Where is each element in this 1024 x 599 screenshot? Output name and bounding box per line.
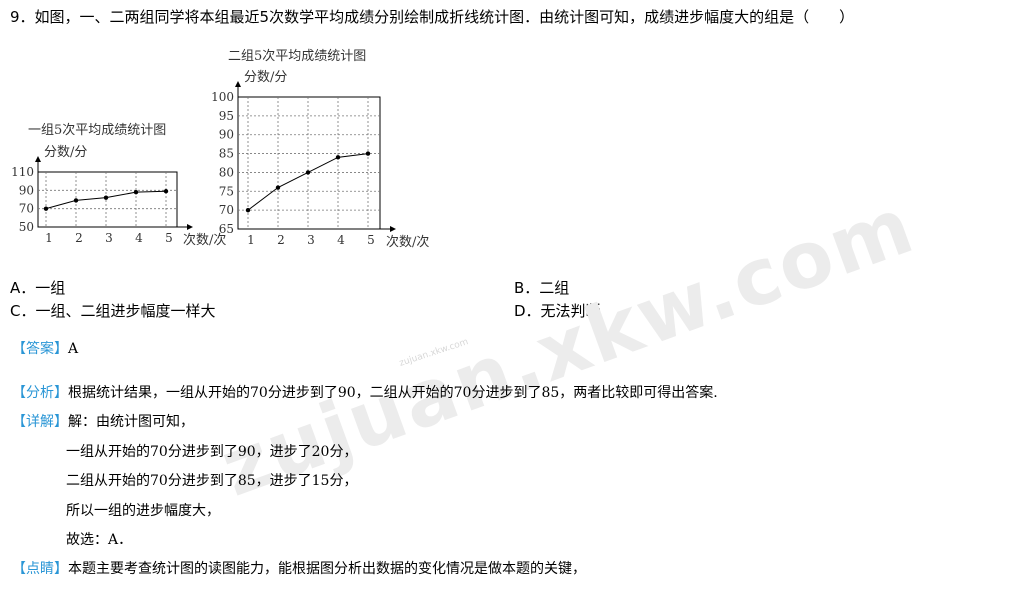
chart2-point-4 <box>365 151 371 156</box>
chart2-xtick-1: 2 <box>277 233 285 247</box>
analysis-line: 【分析】根据统计结果，一组从开始的70分进步到了90，二组从开始的70分进步到了… <box>12 382 718 402</box>
chart2-xtick-2: 3 <box>307 233 315 247</box>
chart1-ytick-1: 90 <box>19 183 34 197</box>
chart2-frame <box>237 96 381 230</box>
chart1-y-arrow <box>35 156 41 162</box>
chart1-point-3 <box>133 189 139 195</box>
detail-text-2: 二组从开始的70分进步到了85，进步了15分， <box>66 473 358 489</box>
chart1-xtick-2: 3 <box>105 231 113 245</box>
chart1-point-2 <box>103 195 109 200</box>
chart1-x-arrow <box>187 224 193 230</box>
analysis-tag: 【分析】 <box>12 385 68 401</box>
chart2-y-arrow <box>235 81 241 87</box>
detail-text-4: 故选：A． <box>66 532 133 548</box>
chart1-ytick-3: 50 <box>19 220 34 234</box>
chart2-xtick-4: 5 <box>367 233 375 247</box>
comment-tag: 【点睛】 <box>12 561 68 577</box>
option-b[interactable]: B．二组 <box>514 277 569 298</box>
chart1-point-1 <box>73 198 79 203</box>
chart-group-2: 二组5次平均成绩统计图分数/分 100 95 90 85 80 75 70 65 1 2 3 4 5 次数/… <box>211 48 429 250</box>
chart2-x-arrow <box>390 226 396 232</box>
chart2-ytick-6: 70 <box>219 203 234 217</box>
chart1-ylabel: 分数/分 <box>44 145 87 160</box>
detail-tag: 【详解】 <box>12 414 68 430</box>
chart2-ytick-2: 90 <box>219 128 234 142</box>
detail-text-3: 所以一组的进步幅度大， <box>66 503 220 519</box>
chart2-xtick-0: 1 <box>247 233 255 247</box>
option-c[interactable]: C．一组、二组进步幅度一样大 <box>10 300 215 321</box>
comment-text: 本题主要考查统计图的读图能力，能根据图分析出数据的变化情况是做本题的关键， <box>68 561 586 577</box>
chart1-xtick-4: 5 <box>165 231 173 245</box>
chart2-ytick-4: 80 <box>219 165 234 179</box>
chart2-title: 二组5次平均成绩统计图 <box>228 48 366 64</box>
chart1-xtick-1: 2 <box>75 231 83 245</box>
detail-line-0: 【详解】解：由统计图可知， <box>12 411 194 431</box>
detail-text-1: 一组从开始的70分进步到了90，进步了20分， <box>66 444 358 460</box>
chart2-ytick-7: 65 <box>219 222 234 236</box>
answer-tag: 【答案】 <box>12 341 68 357</box>
chart2-ytick-0: 100 <box>211 90 234 104</box>
answer-text: A <box>68 341 79 357</box>
chart2-point-0 <box>245 207 251 213</box>
analysis-text: 根据统计结果，一组从开始的70分进步到了90，二组从开始的70分进步到了85，两… <box>68 385 718 401</box>
option-a[interactable]: A．一组 <box>10 277 65 298</box>
chart1-frame <box>37 171 178 228</box>
chart2-point-3 <box>335 155 341 160</box>
comment-line: 【点睛】本题主要考查统计图的读图能力，能根据图分析出数据的变化情况是做本题的关键… <box>12 558 586 578</box>
chart1-xtick-0: 1 <box>45 231 53 245</box>
chart1-ytick-0: 110 <box>11 165 34 179</box>
chart-group-1: 一组5次平均成绩统计图分数/分1109070501 2 3 4 5 次数/次 <box>11 122 226 248</box>
chart2-ytick-1: 95 <box>219 109 234 123</box>
chart2-xtick-3: 4 <box>337 233 345 247</box>
chart1-xtick-3: 4 <box>135 231 143 245</box>
chart2-point-2 <box>305 170 311 175</box>
chart2-ytick-5: 75 <box>219 184 234 198</box>
chart1-title: 一组5次平均成绩统计图 <box>28 122 166 138</box>
detail-text-0: 解：由统计图可知， <box>68 414 194 430</box>
chart2-ylabel: 分数/分 <box>244 70 287 85</box>
chart2-ytick-3: 85 <box>219 147 234 161</box>
answer-line: 【答案】A <box>12 338 78 358</box>
chart1-point-0 <box>43 206 49 211</box>
chart2-point-1 <box>275 185 281 190</box>
question-text: 9．如图，一、二两组同学将本组最近5次数学平均成绩分别绘制成折线统计图．由统计图… <box>10 8 855 26</box>
line-charts: 一组5次平均成绩统计图分数/分1109070501 2 3 4 5 次数/次 二组5次平均… <box>11 48 429 250</box>
chart1-ytick-2: 70 <box>19 202 34 216</box>
chart1-point-4 <box>163 189 169 194</box>
chart2-xlabel: 次数/次 <box>386 234 429 250</box>
